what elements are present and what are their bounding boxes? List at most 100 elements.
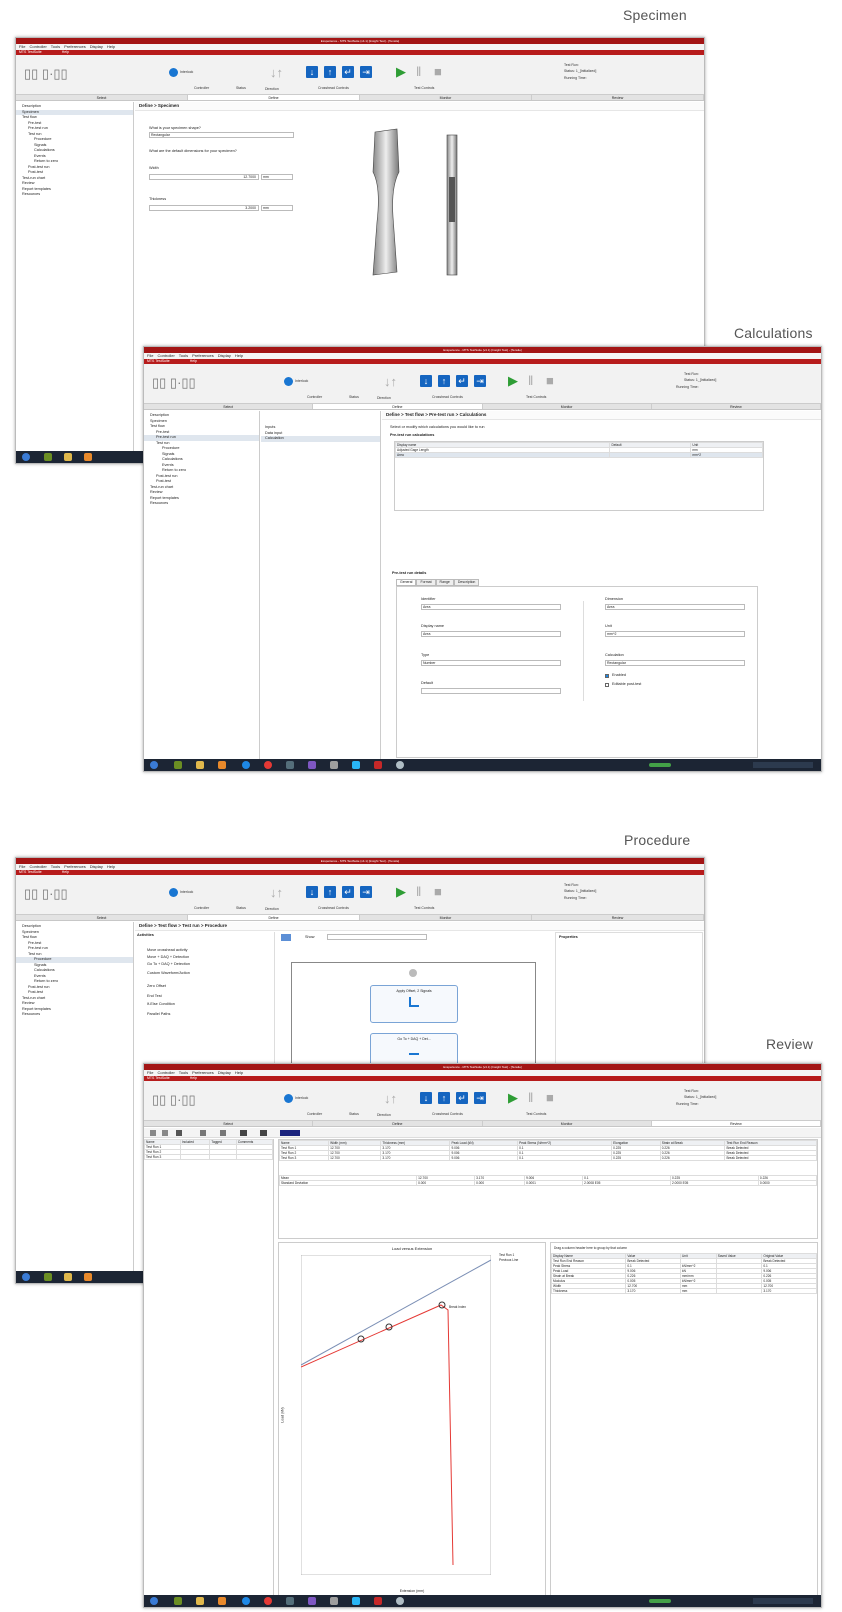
stop-test-icon[interactable]: ■ (434, 885, 442, 898)
load-extension-chart[interactable]: Load versus Extension Test Run 1 Previou… (278, 1242, 546, 1597)
tab-description[interactable]: Description (453, 579, 480, 586)
table-row[interactable]: Thickness 3.170 mm 3.170 (551, 1288, 817, 1294)
menu-display[interactable]: Display (218, 353, 231, 358)
taskbar-app-icon[interactable] (174, 1597, 182, 1605)
taskbar-app-icon[interactable] (44, 453, 52, 461)
menu-file[interactable]: File (19, 44, 25, 49)
menu-tools[interactable]: Tools (179, 1070, 188, 1075)
menu-tools[interactable]: Tools (51, 864, 60, 869)
start-button-icon[interactable] (150, 761, 158, 769)
menu-help[interactable]: Help (107, 864, 115, 869)
file-icons[interactable]: ▯▯ ▯·▯▯ (24, 887, 68, 900)
return-button[interactable]: ↵ (342, 886, 354, 898)
menu-file[interactable]: File (19, 864, 25, 869)
menu-file[interactable]: File (147, 353, 153, 358)
run-test-icon[interactable]: ▶ (508, 374, 518, 387)
enabled-checkbox[interactable] (605, 674, 609, 678)
editable-checkbox[interactable] (605, 683, 609, 687)
menu-preferences[interactable]: Preferences (64, 864, 86, 869)
palette-item[interactable]: Zero Offset (147, 984, 166, 988)
app-tab-help[interactable]: Help (62, 870, 69, 874)
chrome-icon[interactable] (264, 761, 272, 769)
taskbar-icon[interactable] (352, 1597, 360, 1605)
identifier-input[interactable]: Area (421, 604, 561, 610)
toolbar-icon[interactable] (200, 1130, 206, 1136)
width-input[interactable]: 12.7000 (149, 174, 259, 180)
browser-icon[interactable] (242, 761, 250, 769)
menu-display[interactable]: Display (90, 44, 103, 49)
menu-display[interactable]: Display (90, 864, 103, 869)
tab-select[interactable]: Select (144, 404, 314, 409)
jog-arrows-icon[interactable]: ↓↑ (384, 1092, 397, 1105)
jog-arrows-icon[interactable]: ↓↑ (384, 375, 397, 388)
start-node-icon[interactable] (409, 969, 417, 977)
palette-item[interactable]: Move crosshead activity (147, 948, 188, 952)
tab-define[interactable]: Define (188, 915, 360, 920)
tab-monitor[interactable]: Monitor (483, 1121, 652, 1126)
crosshead-down-button[interactable]: ↓ (420, 1092, 432, 1104)
file-icons[interactable]: ▯▯ ▯·▯▯ (152, 376, 196, 389)
taskbar-icon[interactable] (374, 761, 382, 769)
tab-monitor[interactable]: Monitor (360, 915, 532, 920)
chrome-icon[interactable] (264, 1597, 272, 1605)
print-preview-icon[interactable] (260, 1130, 267, 1136)
crosshead-down-button[interactable]: ↓ (306, 886, 318, 898)
menu-preferences[interactable]: Preferences (64, 44, 86, 49)
fit-view-icon[interactable] (281, 934, 291, 941)
pause-test-icon[interactable]: ‖ (528, 374, 533, 387)
app-tab-help[interactable]: Help (190, 1076, 197, 1080)
display-name-input[interactable]: Area (421, 631, 561, 637)
shape-select[interactable]: Rectangular (149, 132, 294, 138)
crosshead-down-button[interactable]: ↓ (420, 375, 432, 387)
toolbar-icon[interactable] (162, 1130, 168, 1136)
toolbar-icon[interactable] (220, 1130, 226, 1136)
taskbar-icon[interactable] (352, 761, 360, 769)
toolbar-icon[interactable] (176, 1130, 182, 1136)
crosshead-up-button[interactable]: ↑ (438, 1092, 450, 1104)
return-button[interactable]: ↵ (456, 375, 468, 387)
pause-test-icon[interactable]: ‖ (416, 65, 421, 78)
crosshead-up-button[interactable]: ↑ (324, 886, 336, 898)
tab-define[interactable]: Define (313, 1121, 483, 1126)
folder-icon[interactable] (64, 453, 72, 461)
stop-test-icon[interactable]: ■ (546, 374, 554, 387)
jog-arrows-icon[interactable]: ↓↑ (270, 66, 283, 79)
tab-monitor[interactable]: Monitor (360, 95, 532, 100)
taskbar-app-icon[interactable] (44, 1273, 52, 1281)
folder-icon[interactable] (196, 1597, 204, 1605)
layout-icon[interactable] (280, 1130, 300, 1136)
interlock-icon[interactable] (284, 377, 293, 386)
taskbar-icon[interactable] (396, 1597, 404, 1605)
tab-range[interactable]: Range (435, 579, 454, 586)
taskbar-icon[interactable] (330, 761, 338, 769)
tab-review[interactable]: Review (651, 1121, 821, 1126)
run-test-icon[interactable]: ▶ (396, 885, 406, 898)
table-row[interactable]: Area mm^2 (394, 452, 763, 458)
mts-app-icon[interactable] (84, 453, 92, 461)
app-tab[interactable]: MTS TestSuite (19, 870, 42, 874)
mts-app-icon[interactable] (84, 1273, 92, 1281)
mts-app-icon[interactable] (218, 761, 226, 769)
stop-test-icon[interactable]: ■ (434, 65, 442, 78)
app-tab-help[interactable]: Help (62, 50, 69, 54)
menu-controller[interactable]: Controller (157, 1070, 174, 1075)
taskbar-icon[interactable] (286, 1597, 294, 1605)
goto-button[interactable]: ⇥ (360, 886, 372, 898)
goto-button[interactable]: ⇥ (474, 375, 486, 387)
tab-format[interactable]: Format (416, 579, 436, 586)
palette-item[interactable]: If-Else Condition (147, 1002, 175, 1006)
menu-controller[interactable]: Controller (29, 864, 46, 869)
pause-test-icon[interactable]: ‖ (528, 1091, 533, 1104)
palette-item[interactable]: Go To + DAQ + Detection (147, 962, 190, 966)
crosshead-up-button[interactable]: ↑ (324, 66, 336, 78)
palette-item[interactable]: Move + DAQ + Detection (147, 955, 189, 959)
width-unit-select[interactable]: mm (261, 174, 293, 180)
dimension-select[interactable]: Area (605, 604, 745, 610)
type-select[interactable]: Number (421, 660, 561, 666)
tab-define[interactable]: Define (313, 404, 483, 409)
tab-select[interactable]: Select (144, 1121, 314, 1126)
tab-define[interactable]: Define (188, 95, 360, 100)
tab-select[interactable]: Select (16, 95, 188, 100)
mts-app-icon[interactable] (218, 1597, 226, 1605)
thickness-input[interactable]: 3.2000 (149, 205, 259, 211)
